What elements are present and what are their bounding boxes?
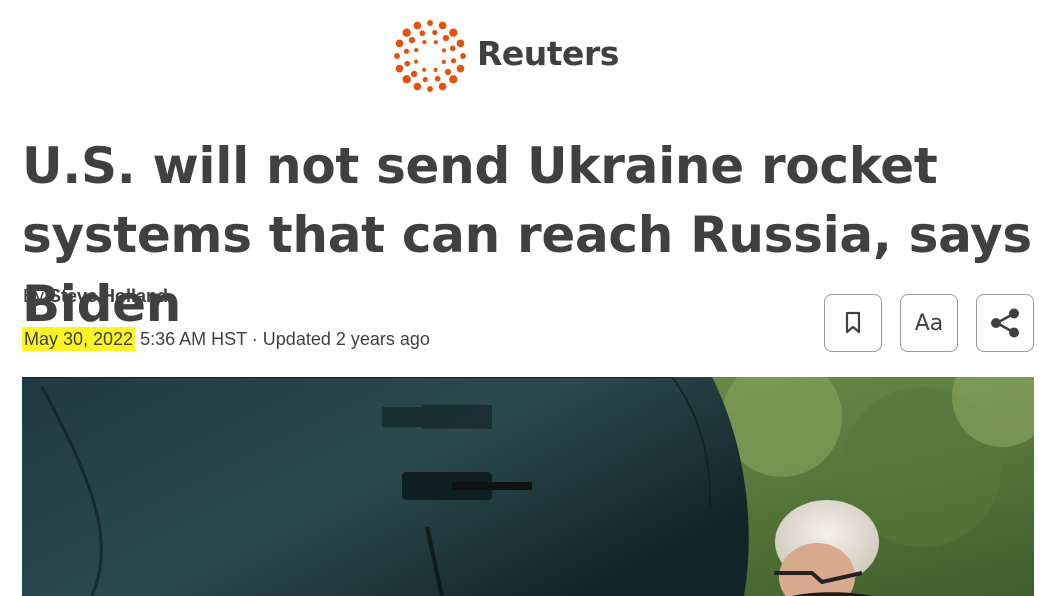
bookmark-button[interactable]	[824, 294, 882, 352]
bookmark-icon	[845, 311, 861, 334]
article-toolbar: Aa	[824, 294, 1034, 352]
byline-prefix: By	[23, 286, 50, 306]
text-size-icon: Aa	[914, 310, 944, 336]
byline: By Steve Holland	[23, 286, 168, 307]
dateline: May 30, 2022 5:36 AM HST · Updated 2 yea…	[22, 324, 430, 354]
masthead: Reuters	[0, 18, 1060, 94]
share-button[interactable]	[976, 294, 1034, 352]
publish-date: May 30, 2022	[22, 327, 136, 351]
text-size-button[interactable]: Aa	[900, 294, 958, 352]
reuters-logo-icon[interactable]	[392, 18, 468, 94]
hero-photo-image	[22, 377, 1034, 596]
hero-photo	[22, 377, 1034, 596]
publish-time-updated: 5:36 AM HST · Updated 2 years ago	[135, 329, 430, 349]
author-link[interactable]: Steve Holland	[49, 286, 168, 306]
reuters-wordmark[interactable]: Reuters	[477, 34, 619, 73]
share-icon	[991, 308, 1019, 338]
